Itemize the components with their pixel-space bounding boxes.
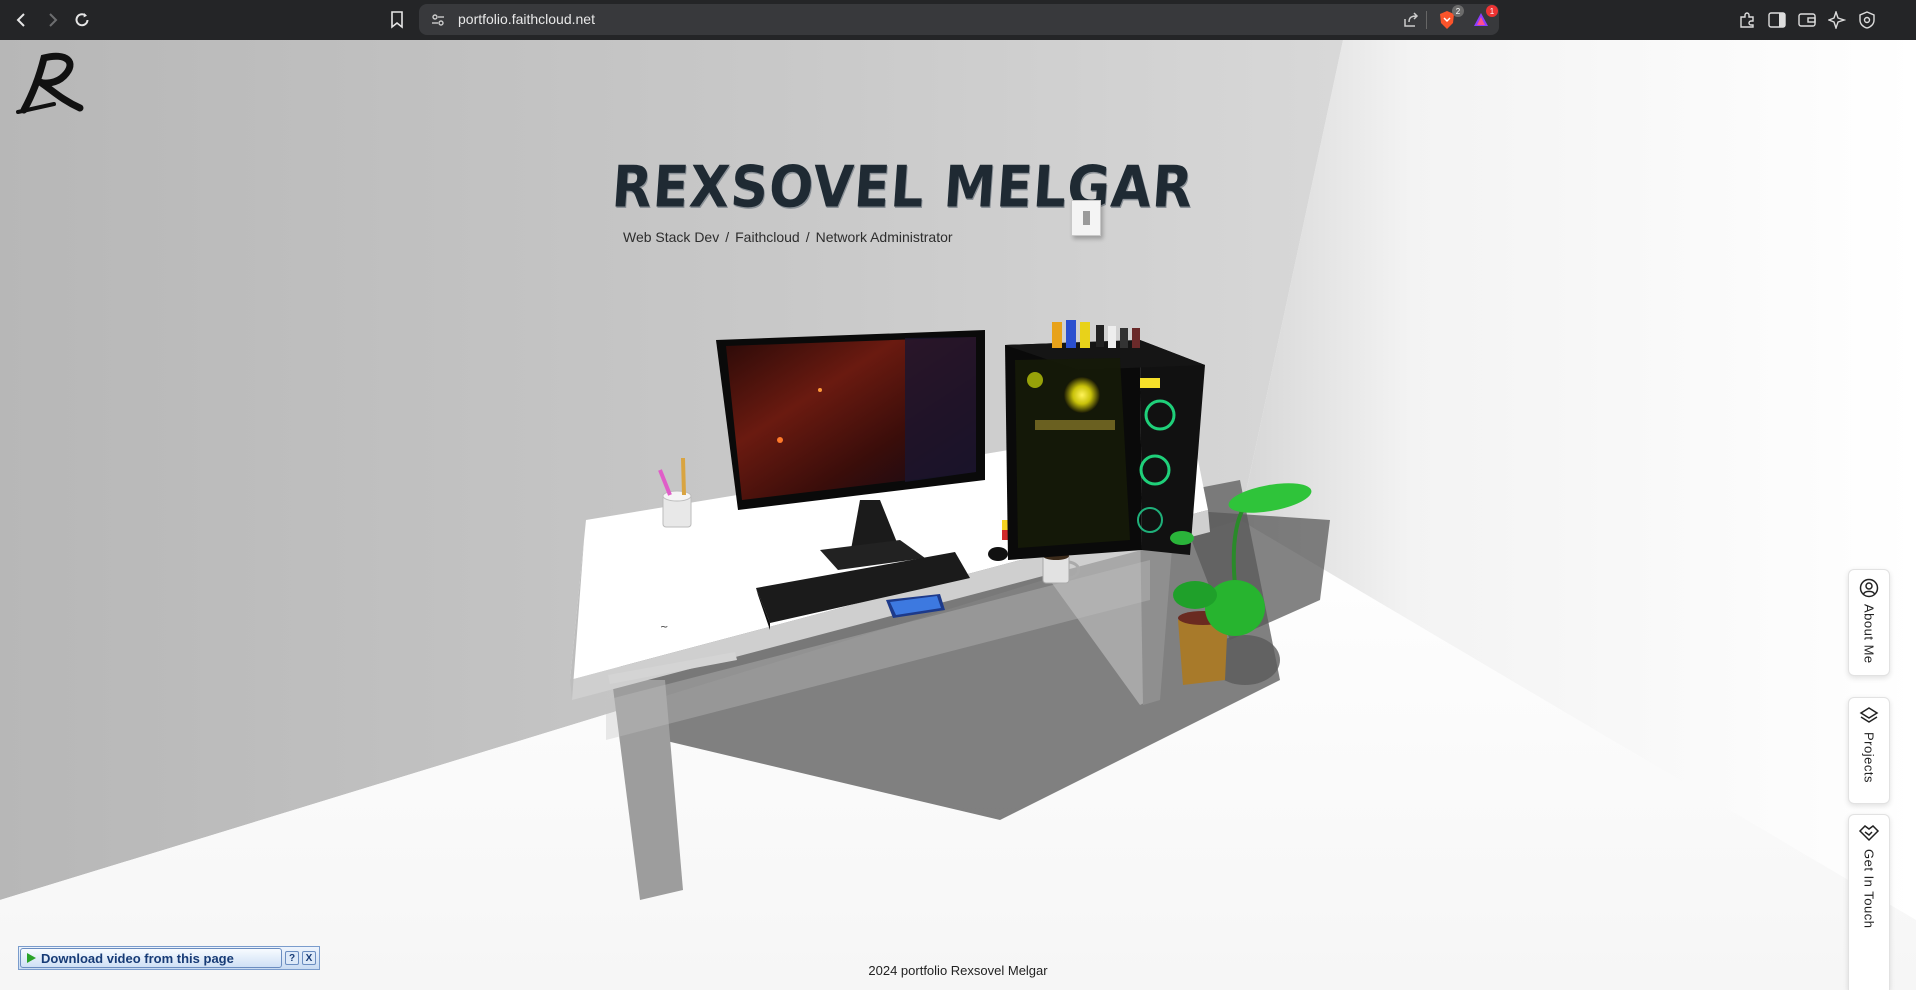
bookmark-icon[interactable]: [385, 8, 409, 32]
leo-ai-icon[interactable]: [1826, 9, 1848, 31]
url-text[interactable]: portfolio.faithcloud.net: [458, 11, 595, 27]
close-button[interactable]: X: [302, 951, 316, 965]
role-web-stack: Web Stack Dev: [623, 229, 720, 245]
handshake-icon: [1858, 825, 1880, 842]
light-switch[interactable]: [1071, 200, 1101, 236]
sidebar-icon[interactable]: [1766, 9, 1788, 31]
nav-projects-label: Projects: [1861, 732, 1877, 783]
brave-shield-icon[interactable]: 2: [1436, 5, 1464, 31]
nav-about-label: About Me: [1861, 604, 1877, 664]
url-divider: [1426, 11, 1427, 29]
share-icon[interactable]: [1399, 8, 1423, 32]
portfolio-page: ~ REXSOVEL MELGAR Web Stack Dev / Faithc…: [0, 40, 1916, 990]
shield-badge: 2: [1452, 5, 1464, 17]
vpn-shield-icon[interactable]: [1856, 9, 1878, 31]
role-divider: /: [805, 229, 810, 245]
play-icon: [27, 953, 36, 963]
help-button[interactable]: ?: [285, 951, 299, 965]
download-video-button[interactable]: Download video from this page: [20, 948, 282, 968]
alert-badge: 1: [1486, 5, 1498, 17]
nav-contact-label: Get In Touch: [1861, 849, 1877, 929]
user-circle-icon: [1859, 578, 1879, 598]
browser-toolbar: portfolio.faithcloud.net 2 1: [0, 0, 1916, 40]
svg-text:~: ~: [660, 622, 668, 633]
nav-projects[interactable]: Projects: [1848, 697, 1890, 804]
layers-icon: [1859, 707, 1879, 723]
download-video-label: Download video from this page: [41, 950, 234, 966]
forward-icon[interactable]: [40, 8, 64, 32]
reload-icon[interactable]: [70, 8, 94, 32]
back-icon[interactable]: [10, 8, 34, 32]
extensions-icon[interactable]: [1736, 9, 1758, 31]
video-downloader-bar: Download video from this page ? X: [18, 946, 320, 970]
subtitle-roles: Web Stack Dev / Faithcloud / Network Adm…: [623, 229, 953, 245]
nav-about-me[interactable]: About Me: [1848, 569, 1890, 676]
site-settings-icon[interactable]: [426, 8, 450, 32]
brave-rewards-icon[interactable]: 1: [1470, 5, 1498, 31]
page-title: REXSOVEL MELGAR: [609, 155, 1196, 221]
wallet-icon[interactable]: [1796, 9, 1818, 31]
role-network-admin: Network Administrator: [815, 229, 953, 245]
role-faithcloud: Faithcloud: [735, 229, 800, 245]
site-logo[interactable]: [14, 48, 86, 120]
role-divider: /: [725, 229, 730, 245]
